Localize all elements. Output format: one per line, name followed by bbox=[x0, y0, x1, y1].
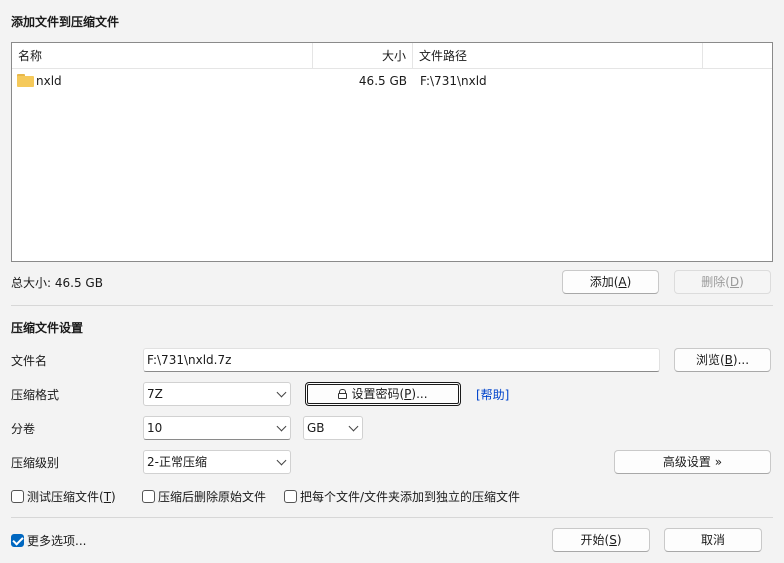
volume-unit-value: GB bbox=[307, 421, 325, 435]
chevron-down-icon[interactable] bbox=[276, 421, 287, 432]
volume-combo[interactable]: 10 bbox=[143, 416, 291, 440]
browse-button[interactable]: 浏览(B)... bbox=[674, 348, 771, 372]
level-select[interactable]: 2-正常压缩 bbox=[143, 450, 291, 474]
chevron-down-icon bbox=[276, 387, 287, 398]
file-path: F:\731\nxld bbox=[420, 74, 487, 88]
format-label: 压缩格式 bbox=[11, 388, 60, 402]
separate-archive-checkbox[interactable] bbox=[284, 490, 297, 503]
level-label: 压缩级别 bbox=[11, 456, 60, 470]
cancel-button[interactable]: 取消 bbox=[664, 528, 762, 552]
more-options-checkbox[interactable] bbox=[11, 534, 24, 547]
add-button[interactable]: 添加(A) bbox=[562, 270, 659, 294]
start-button[interactable]: 开始(S) bbox=[552, 528, 650, 552]
add-files-title: 添加文件到压缩文件 bbox=[11, 15, 120, 29]
test-archive-label: 测试压缩文件(T) bbox=[27, 490, 116, 504]
delete-button[interactable]: 删除(D) bbox=[674, 270, 771, 294]
column-header-path[interactable]: 文件路径 bbox=[413, 43, 703, 69]
test-archive-checkbox[interactable] bbox=[11, 490, 24, 503]
total-size: 总大小: 46.5 GB bbox=[11, 276, 103, 290]
column-header-size[interactable]: 大小 bbox=[313, 43, 413, 69]
lock-icon bbox=[338, 389, 348, 399]
delete-after-checkbox[interactable] bbox=[142, 490, 155, 503]
divider bbox=[11, 305, 773, 306]
filename-label: 文件名 bbox=[11, 354, 48, 368]
more-options-label: 更多选项... bbox=[27, 534, 87, 548]
column-header-name[interactable]: 名称 bbox=[12, 43, 313, 69]
separate-archive-label: 把每个文件/文件夹添加到独立的压缩文件 bbox=[300, 490, 521, 504]
volume-value: 10 bbox=[147, 421, 163, 435]
set-password-button[interactable]: 设置密码(P)... bbox=[305, 382, 461, 406]
level-value: 2-正常压缩 bbox=[147, 455, 207, 469]
filename-input[interactable]: F:\731\nxld.7z bbox=[143, 348, 660, 372]
delete-after-label: 压缩后删除原始文件 bbox=[158, 490, 267, 504]
volume-unit-select[interactable]: GB bbox=[303, 416, 363, 440]
format-select[interactable]: 7Z bbox=[143, 382, 291, 406]
help-link[interactable]: [帮助] bbox=[476, 387, 509, 403]
chevron-down-icon bbox=[348, 421, 359, 432]
chevron-down-icon bbox=[276, 455, 287, 466]
advanced-settings-button[interactable]: 高级设置 » bbox=[614, 450, 771, 474]
settings-title: 压缩文件设置 bbox=[11, 321, 84, 335]
file-name: nxld bbox=[36, 74, 62, 88]
file-list[interactable]: 名称 大小 文件路径 nxld 46.5 GB F:\731\nxld bbox=[11, 42, 773, 262]
format-value: 7Z bbox=[147, 387, 163, 401]
folder-icon bbox=[17, 74, 34, 87]
divider bbox=[11, 517, 773, 518]
volume-label: 分卷 bbox=[11, 422, 36, 436]
file-list-header: 名称 大小 文件路径 bbox=[12, 43, 772, 69]
file-size: 46.5 GB bbox=[358, 74, 407, 88]
